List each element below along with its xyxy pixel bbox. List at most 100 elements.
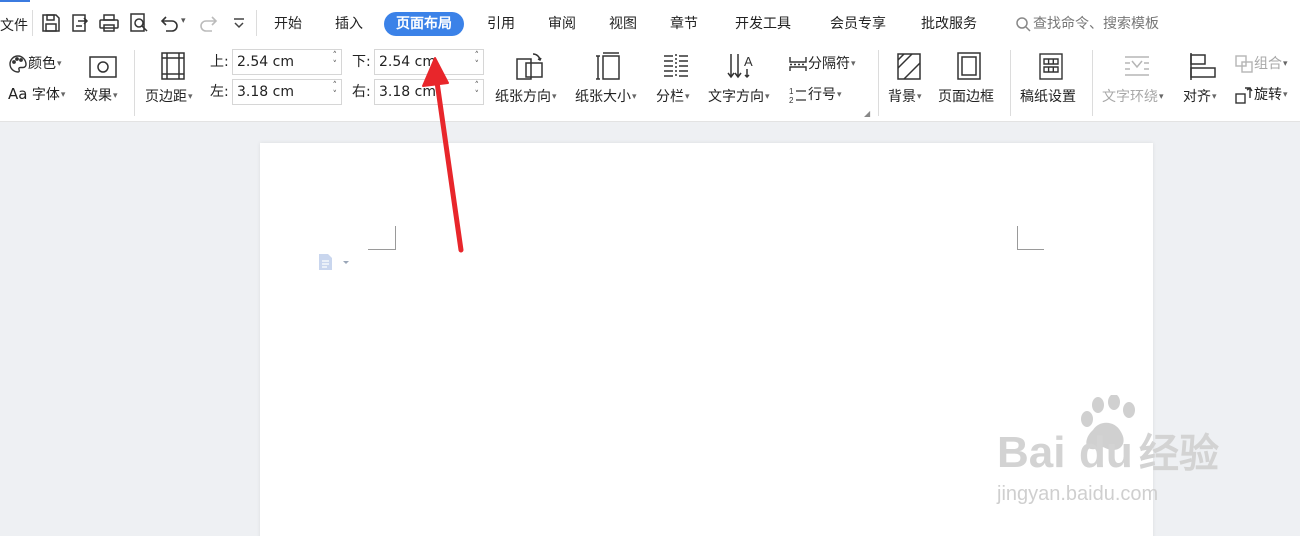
font-icon: Aa (8, 85, 28, 103)
spinner-icon[interactable]: ˄ ˅ (333, 82, 338, 100)
align-icon[interactable] (1188, 51, 1218, 81)
text-direction-label: 文字方向 (708, 89, 764, 105)
background-icon[interactable] (894, 51, 924, 81)
breaks-label: 分隔符 (808, 56, 850, 72)
orientation-icon[interactable] (514, 51, 544, 81)
undo-icon[interactable] (158, 12, 180, 34)
tab-references[interactable]: 引用 (475, 12, 527, 36)
columns-icon[interactable] (661, 51, 691, 81)
svg-text:经验: 经验 (1139, 431, 1219, 477)
palette-icon (8, 54, 28, 74)
text-direction-icon[interactable]: A (727, 51, 757, 81)
margin-bottom-field[interactable]: 2.54 cm ˄ ˅ (374, 49, 484, 75)
menu-file[interactable]: 文件 (0, 15, 28, 35)
tab-member[interactable]: 会员专享 (818, 12, 898, 36)
print-icon[interactable] (98, 12, 120, 34)
margin-right-field[interactable]: 3.18 cm ˄ ˅ (374, 79, 484, 105)
chevron-down-icon: ▾ (57, 59, 62, 69)
search-placeholder: 查找命令、搜索模板 (1033, 16, 1159, 32)
paper-size-button[interactable]: 纸张大小▾ (575, 88, 637, 106)
columns-button[interactable]: 分栏▾ (656, 88, 690, 106)
svg-text:jingyan.baidu.com: jingyan.baidu.com (996, 483, 1158, 505)
margins-button[interactable]: 页边距▾ (145, 88, 193, 106)
chevron-down-icon: ▾ (113, 91, 118, 101)
tab-chapter[interactable]: 章节 (658, 12, 710, 36)
align-label: 对齐 (1183, 89, 1211, 105)
print-preview-icon[interactable] (128, 12, 150, 34)
customize-toolbar-icon[interactable] (228, 12, 250, 34)
separator (1010, 50, 1011, 116)
rotate-icon (1234, 85, 1254, 105)
line-numbers-button[interactable]: 1 2 行号▾ (788, 85, 842, 105)
chevron-down-icon: ▾ (632, 92, 637, 102)
effects-label: 效果 (84, 88, 112, 104)
search-icon (1016, 17, 1031, 32)
paper-size-label: 纸张大小 (575, 89, 631, 105)
file-tab-accent (0, 0, 30, 2)
chevron-down-icon: ▾ (1283, 90, 1288, 100)
svg-text:1: 1 (789, 87, 794, 96)
baidu-jingyan-watermark-logo: Bai du 经验 jingyan.baidu.com (995, 394, 1235, 510)
chevron-down-icon: ▾ (837, 90, 842, 100)
margin-left-label: 左: (210, 84, 229, 100)
chevron-down-icon: ▾ (60, 90, 66, 100)
chevron-down-icon: ▾ (765, 92, 770, 102)
page-border-button[interactable]: 页面边框 (938, 88, 994, 106)
paper-size-icon[interactable] (595, 51, 625, 81)
margin-top-field[interactable]: 2.54 cm ˄ ˅ (232, 49, 342, 75)
separator (256, 10, 257, 36)
margins-icon[interactable] (158, 51, 188, 81)
chevron-down-icon: ▾ (851, 59, 856, 69)
save-icon[interactable] (40, 12, 62, 34)
background-label: 背景 (888, 89, 916, 105)
tab-review[interactable]: 审阅 (536, 12, 588, 36)
spinner-icon[interactable]: ˄ ˅ (475, 82, 480, 100)
color-button[interactable]: 颜色▾ (8, 54, 62, 74)
text-direction-button[interactable]: 文字方向▾ (708, 88, 770, 106)
tab-home[interactable]: 开始 (262, 12, 314, 36)
text-wrap-button: 文字环绕▾ (1102, 88, 1164, 106)
svg-text:du: du (1079, 428, 1133, 477)
text-wrap-label: 文字环绕 (1102, 89, 1158, 105)
font-button[interactable]: Aa 字体▾ (8, 85, 65, 104)
breaks-button[interactable]: 分隔符▾ (788, 54, 856, 74)
line-numbers-label: 行号 (808, 87, 836, 103)
effects-button[interactable]: 效果▾ (84, 87, 118, 105)
tab-correction[interactable]: 批改服务 (909, 12, 989, 36)
margin-bottom-label: 下: (352, 54, 371, 70)
tab-view[interactable]: 视图 (597, 12, 649, 36)
align-button[interactable]: 对齐▾ (1183, 88, 1217, 106)
chevron-down-icon: ▾ (188, 92, 193, 102)
margin-left-field[interactable]: 3.18 cm ˄ ˅ (232, 79, 342, 105)
undo-dropdown-icon[interactable]: ▾ (181, 16, 186, 26)
tab-insert[interactable]: 插入 (323, 12, 375, 36)
text-wrap-icon (1122, 51, 1152, 81)
export-icon[interactable] (70, 12, 92, 34)
effects-icon[interactable] (88, 52, 118, 82)
page-border-icon[interactable] (954, 51, 984, 81)
margin-left-value: 3.18 cm (237, 84, 294, 100)
svg-text:Bai: Bai (997, 428, 1065, 477)
svg-text:2: 2 (789, 96, 794, 105)
manuscript-button[interactable]: 稿纸设置 (1020, 88, 1076, 106)
rotate-button[interactable]: 旋转▾ (1234, 85, 1288, 105)
paragraph-options-icon[interactable] (317, 252, 353, 272)
chevron-down-icon: ▾ (1212, 92, 1217, 102)
spinner-icon[interactable]: ˄ ˅ (475, 52, 480, 70)
chevron-down-icon: ▾ (1283, 59, 1288, 69)
chevron-down-icon: ▾ (917, 92, 922, 102)
columns-label: 分栏 (656, 89, 684, 105)
command-search[interactable]: 查找命令、搜索模板 (1015, 12, 1159, 36)
margin-top-label: 上: (210, 54, 229, 70)
orientation-label: 纸张方向 (495, 89, 551, 105)
manuscript-icon[interactable] (1036, 51, 1066, 81)
orientation-button[interactable]: 纸张方向▾ (495, 88, 557, 106)
background-button[interactable]: 背景▾ (888, 88, 922, 106)
spinner-icon[interactable]: ˄ ˅ (333, 52, 338, 70)
dialog-launcher-icon[interactable]: ◢ (864, 109, 870, 118)
tab-page-layout[interactable]: 页面布局 (384, 12, 464, 36)
tab-developer[interactable]: 开发工具 (723, 12, 803, 36)
margin-top-value: 2.54 cm (237, 54, 294, 70)
margin-right-value: 3.18 cm (379, 84, 436, 100)
group-button: 组合▾ (1234, 54, 1288, 74)
